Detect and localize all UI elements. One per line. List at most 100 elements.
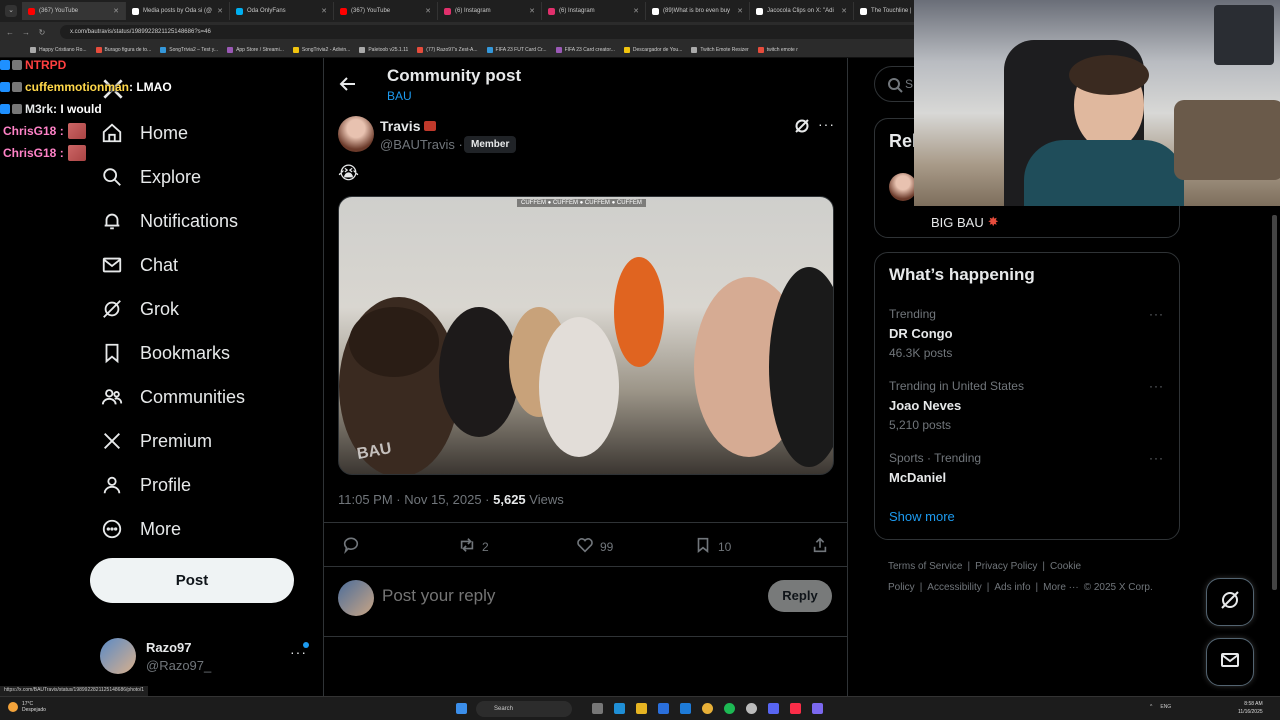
grok-icon[interactable] xyxy=(794,118,810,134)
sidebar-item-explore[interactable]: Explore xyxy=(100,159,201,195)
sidebar-item-grok[interactable]: Grok xyxy=(100,291,179,327)
footer-link[interactable]: Terms of Service xyxy=(888,561,962,572)
grok-float-button[interactable] xyxy=(1206,578,1254,626)
trend-item[interactable]: Sports · Trending McDaniel ··· xyxy=(889,451,1169,511)
trend-more-icon[interactable]: ··· xyxy=(1149,379,1164,393)
close-icon[interactable]: ✕ xyxy=(113,7,119,15)
avatar[interactable] xyxy=(100,638,136,674)
browser-tab[interactable]: Oda OnlyFans ✕ xyxy=(230,2,334,20)
sidebar-item-more[interactable]: More xyxy=(100,511,181,547)
page-title: Community post xyxy=(387,66,522,85)
edge-icon[interactable] xyxy=(614,703,625,714)
footer-link[interactable]: Ads info xyxy=(994,582,1030,593)
mail-app-icon[interactable] xyxy=(680,703,691,714)
close-icon[interactable]: ✕ xyxy=(737,7,743,15)
author-name[interactable]: Travis xyxy=(380,118,437,134)
weather-widget[interactable]: 17°C Despejado xyxy=(8,701,46,713)
chrome-icon[interactable] xyxy=(702,703,713,714)
reply-action-button[interactable] xyxy=(342,536,366,557)
reply-input[interactable] xyxy=(382,586,682,606)
address-bar[interactable]: x.com/bautravis/status/19899228211251486… xyxy=(60,25,940,39)
bookmark-item[interactable]: SongTrivia2 – Test y... xyxy=(160,46,218,53)
sidebar-item-communities[interactable]: Communities xyxy=(100,379,245,415)
footer-link[interactable]: © 2025 X Corp. xyxy=(1084,582,1153,593)
browser-tab[interactable]: (367) YouTube ✕ xyxy=(22,2,126,20)
sidebar-item-notifications[interactable]: Notifications xyxy=(100,203,238,239)
sidebar-item-chat[interactable]: Chat xyxy=(100,247,178,283)
browser-tab[interactable]: Media posts by Oda si (@ ✕ xyxy=(126,2,230,20)
spotify-icon[interactable] xyxy=(724,703,735,714)
bookmark-item[interactable]: SongTrivia2 - Adivin... xyxy=(292,46,350,53)
close-icon[interactable]: ✕ xyxy=(217,7,223,15)
task-view-icon[interactable] xyxy=(592,703,603,714)
obs-icon[interactable] xyxy=(746,703,757,714)
bookmark-item[interactable]: App Store / Streami... xyxy=(227,46,284,53)
sidebar-item-profile[interactable]: Profile xyxy=(100,467,191,503)
reload-icon[interactable]: ↻ xyxy=(36,28,48,37)
messages-float-button[interactable] xyxy=(1206,638,1254,686)
bookmark-item[interactable]: Twitch Emote Resizer xyxy=(691,46,749,53)
footer-link[interactable]: More ··· xyxy=(1043,582,1079,593)
taskbar-clock[interactable]: 8:58 AM 11/16/2025 xyxy=(1238,700,1263,716)
bookmark-item[interactable]: Descargador de You... xyxy=(623,46,682,53)
bookmark-action-button[interactable]: 10 xyxy=(694,536,731,557)
community-link[interactable]: BAU xyxy=(387,89,412,103)
music-icon[interactable] xyxy=(790,703,801,714)
system-tray[interactable]: ^ ENG xyxy=(1150,704,1171,710)
tab-search-button[interactable]: ⌄ xyxy=(5,5,17,17)
discord-icon[interactable] xyxy=(768,703,779,714)
author-avatar[interactable] xyxy=(338,116,374,152)
repost-action-button[interactable]: 2 xyxy=(458,536,489,557)
file-explorer-icon[interactable] xyxy=(636,703,647,714)
chevron-up-icon[interactable]: ^ xyxy=(1150,704,1152,710)
browser-tab[interactable]: (6) Instagram ✕ xyxy=(542,2,646,20)
close-icon[interactable]: ✕ xyxy=(633,7,639,15)
share-action-button[interactable] xyxy=(811,536,829,557)
close-icon[interactable]: ✕ xyxy=(529,7,535,15)
bookmark-item[interactable]: Burago figura de to... xyxy=(95,46,151,53)
account-switcher[interactable]: Razo97 @Razo97_ ··· xyxy=(100,636,310,676)
bookmark-item[interactable]: (77) Razo97's Zest-A... xyxy=(417,46,478,53)
teams-icon[interactable] xyxy=(812,703,823,714)
grok-icon xyxy=(1219,589,1241,616)
store-icon[interactable] xyxy=(658,703,669,714)
browser-tab[interactable]: (367) YouTube ✕ xyxy=(334,2,438,20)
sidebar-item-bookmarks[interactable]: Bookmarks xyxy=(100,335,230,371)
sidebar-item-premium[interactable]: Premium xyxy=(100,423,212,459)
bookmark-item[interactable]: FIFA 23 FUT Card Cr... xyxy=(486,46,547,53)
language-indicator[interactable]: ENG xyxy=(1160,704,1171,710)
bookmark-item[interactable]: twitch emote r xyxy=(757,46,798,53)
bookmark-label: Happy Cristiano Ro... xyxy=(39,46,87,53)
post-more-icon[interactable]: ··· xyxy=(818,116,835,132)
chat-badge-icon xyxy=(12,60,22,70)
taskbar-search[interactable]: Search xyxy=(476,701,572,717)
close-icon[interactable]: ✕ xyxy=(841,7,847,15)
bookmark-item[interactable]: FIFA 23 Card creator... xyxy=(555,46,615,53)
trend-item[interactable]: Trending in United States Joao Neves 5,2… xyxy=(889,379,1169,439)
avatar[interactable] xyxy=(889,173,917,201)
trend-more-icon[interactable]: ··· xyxy=(1149,451,1164,465)
show-more-link[interactable]: Show more xyxy=(889,509,955,524)
windows-start-icon[interactable] xyxy=(456,703,467,714)
footer-link[interactable]: Accessibility xyxy=(927,582,981,593)
author-handle[interactable]: @BAUTravis · xyxy=(380,137,463,152)
trend-more-icon[interactable]: ··· xyxy=(1149,307,1164,321)
close-icon[interactable]: ✕ xyxy=(425,7,431,15)
bookmark-item[interactable]: Happy Cristiano Ro... xyxy=(30,46,87,53)
browser-tab[interactable]: (89)What is bro even buy ✕ xyxy=(646,2,750,20)
like-action-button[interactable]: 99 xyxy=(576,536,613,557)
bookmark-item[interactable]: Paletoob v25.1.11 xyxy=(359,46,408,53)
back-arrow-icon[interactable] xyxy=(338,74,358,94)
close-icon[interactable]: ✕ xyxy=(321,7,327,15)
browser-tab[interactable]: (6) Instagram ✕ xyxy=(438,2,542,20)
reply-button[interactable]: Reply xyxy=(768,580,832,612)
trend-item[interactable]: Trending DR Congo 46.3K posts ··· xyxy=(889,307,1169,367)
scrollbar[interactable] xyxy=(1272,215,1277,590)
back-icon[interactable]: ← xyxy=(4,28,16,37)
post-button[interactable]: Post xyxy=(90,558,294,603)
tab-title: The Touchline | xyxy=(871,8,912,14)
browser-tab[interactable]: Jacocola Clips on X: "Adi ✕ xyxy=(750,2,854,20)
forward-icon[interactable]: → xyxy=(20,28,32,37)
post-media-image[interactable]: CUFFEM ● CUFFEM ● CUFFEM ● CUFFEM BAU xyxy=(338,196,834,475)
footer-link[interactable]: Privacy Policy xyxy=(975,561,1037,572)
